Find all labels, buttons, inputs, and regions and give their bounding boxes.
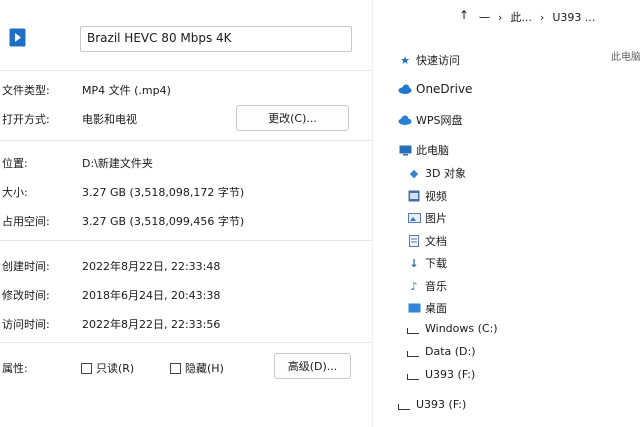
drive-icon [398,403,410,410]
nav-item-label: WPS网盘 [416,114,463,127]
change-button[interactable]: 更改(C)... [236,105,349,131]
nav-item-label: OneDrive [416,82,473,96]
hidden-checkbox[interactable]: 隐藏(H) [170,360,224,376]
open-with-label: 打开方式: [2,113,50,126]
nav-item-label: Windows (C:) [425,322,498,335]
nav-item-label: U393 (F:) [425,368,476,381]
location-value: D:\新建文件夹 [82,157,153,170]
nav-item-label: 3D 对象 [425,167,466,180]
nav-item-quick-access[interactable]: ★ 快速访问 [398,52,460,68]
cloud-icon [398,82,412,96]
file-name-input[interactable]: Brazil HEVC 80 Mbps 4K [80,26,352,52]
nav-item-label: 音乐 [425,280,447,293]
chevron-right-icon: › [498,10,503,24]
breadcrumb-item[interactable]: U393 ... [552,11,595,24]
created-label: 创建时间: [2,260,50,273]
advanced-button[interactable]: 高级(D)... [274,353,351,379]
divider [0,240,372,241]
open-with-value: 电影和电视 [82,113,137,126]
type-value: MP4 文件 (.mp4) [82,84,171,97]
accessed-value: 2022年8月22日, 22:33:56 [82,318,221,331]
nav-item-label: 桌面 [425,302,447,315]
nav-item-music[interactable]: ♪ 音乐 [407,278,447,294]
drive-icon [407,350,419,357]
disk-size-value: 3.27 GB (3,518,099,456 字节) [82,215,245,228]
divider [0,70,372,71]
nav-item-desktop[interactable]: 桌面 [407,300,447,316]
star-icon: ★ [400,53,410,67]
drive-icon [479,16,490,18]
nav-item-3d[interactable]: ◆ 3D 对象 [407,165,466,181]
nav-item-drive-f[interactable]: U393 (F:) [407,368,475,381]
size-label: 大小: [2,186,28,199]
checkbox-box[interactable] [170,362,181,374]
cloud-icon [398,113,412,127]
drive-icon [407,327,419,334]
nav-item-drive-d[interactable]: Data (D:) [407,345,476,358]
nav-item-label: Data (D:) [425,345,476,358]
nav-item-drive-f-root[interactable]: U393 (F:) [398,398,466,411]
accessed-label: 访问时间: [2,318,50,331]
video-file-icon [9,28,26,47]
nav-item-videos[interactable]: 视频 [407,188,447,204]
nav-item-label: 下载 [425,257,447,270]
created-value: 2022年8月22日, 22:33:48 [82,260,221,273]
video-icon [407,189,421,203]
nav-item-label: 此电脑 [416,144,449,157]
hidden-label: 隐藏(H) [185,362,224,375]
nav-item-label: 视频 [425,190,447,203]
nav-item-this-pc[interactable]: 此电脑 [398,142,449,158]
breadcrumb-item[interactable]: 此... [510,9,532,25]
nav-item-onedrive[interactable]: OneDrive [398,82,472,96]
nav-item-wps[interactable]: WPS网盘 [398,112,463,128]
download-icon: ↓ [409,256,419,270]
column-header-pc: 此电脑 [611,52,640,63]
checkbox-box[interactable] [81,362,92,374]
explorer-pane: ↑ › 此... › U393 ... 此电脑 ★ 快速访问 OneDrive … [372,0,640,427]
nav-item-label: U393 (F:) [416,398,467,411]
modified-label: 修改时间: [2,289,50,302]
readonly-label: 只读(R) [96,362,135,375]
computer-icon [398,143,412,157]
up-arrow-icon[interactable]: ↑ [459,8,469,22]
chevron-right-icon: › [539,10,545,24]
picture-icon [407,211,421,225]
location-label: 位置: [2,157,28,170]
document-icon [407,234,421,248]
modified-value: 2018年6月24日, 20:43:38 [82,289,221,302]
properties-dialog: Brazil HEVC 80 Mbps 4K 文件类型: MP4 文件 (.mp… [0,0,372,427]
readonly-checkbox[interactable]: 只读(R) [81,360,134,376]
breadcrumb[interactable]: › 此... › U393 ... [479,9,595,25]
nav-item-label: 图片 [425,212,447,225]
disk-size-label: 占用空间: [2,215,50,228]
attributes-label: 属性: [2,362,28,375]
cube-icon: ◆ [409,166,419,180]
type-label: 文件类型: [2,84,50,97]
nav-item-label: 快速访问 [416,54,460,67]
size-value: 3.27 GB (3,518,098,172 字节) [82,186,245,199]
nav-item-label: 文档 [425,235,447,248]
nav-item-drive-c[interactable]: Windows (C:) [407,322,498,335]
nav-item-downloads[interactable]: ↓ 下载 [407,255,447,271]
divider [0,140,372,141]
divider [0,342,372,343]
desktop-icon [407,301,421,315]
nav-item-pictures[interactable]: 图片 [407,210,447,226]
nav-item-documents[interactable]: 文档 [407,233,447,249]
music-icon: ♪ [410,279,418,293]
drive-icon [407,373,419,380]
